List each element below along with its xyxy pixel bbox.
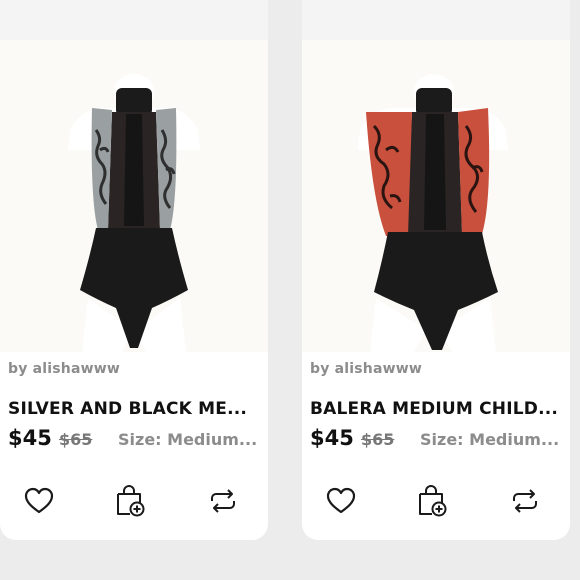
seller-name[interactable]: by alishawww xyxy=(310,361,422,377)
listing-card[interactable]: by alishawww BALERA MEDIUM CHILD... $45 … xyxy=(302,0,570,540)
price-row: $45 $65 Size: Medium... xyxy=(310,426,562,452)
like-button[interactable] xyxy=(22,484,56,518)
listing-title[interactable]: BALERA MEDIUM CHILD... xyxy=(310,399,562,419)
listing-title[interactable]: SILVER AND BLACK ME... xyxy=(8,399,260,419)
seller-name[interactable]: by alishawww xyxy=(8,361,120,377)
product-photo[interactable] xyxy=(302,0,570,352)
heart-icon xyxy=(24,487,54,514)
original-price: $65 xyxy=(58,430,93,449)
share-icon xyxy=(211,489,235,513)
share-icon xyxy=(513,489,537,513)
product-photo[interactable] xyxy=(0,0,268,352)
add-to-bundle-button[interactable] xyxy=(113,484,147,518)
price: $45 xyxy=(310,426,354,450)
share-button[interactable] xyxy=(508,484,542,518)
original-price: $65 xyxy=(360,430,395,449)
heart-icon xyxy=(326,487,356,514)
like-button[interactable] xyxy=(324,484,358,518)
listing-actions xyxy=(302,484,570,518)
leotard-image xyxy=(358,74,508,352)
share-button[interactable] xyxy=(206,484,240,518)
size-label: Size: Medium... xyxy=(118,430,258,449)
add-to-bundle-button[interactable] xyxy=(415,484,449,518)
price-row: $45 $65 Size: Medium... xyxy=(8,426,260,452)
listing-card[interactable]: by alishawww SILVER AND BLACK ME... $45 … xyxy=(0,0,268,540)
size-label: Size: Medium... xyxy=(420,430,560,449)
listing-actions xyxy=(0,484,268,518)
leotard-image xyxy=(68,74,200,352)
bundle-bag-icon xyxy=(419,485,447,517)
price: $45 xyxy=(8,426,52,450)
bundle-bag-icon xyxy=(117,485,145,517)
listing-grid: by alishawww SILVER AND BLACK ME... $45 … xyxy=(0,0,580,580)
